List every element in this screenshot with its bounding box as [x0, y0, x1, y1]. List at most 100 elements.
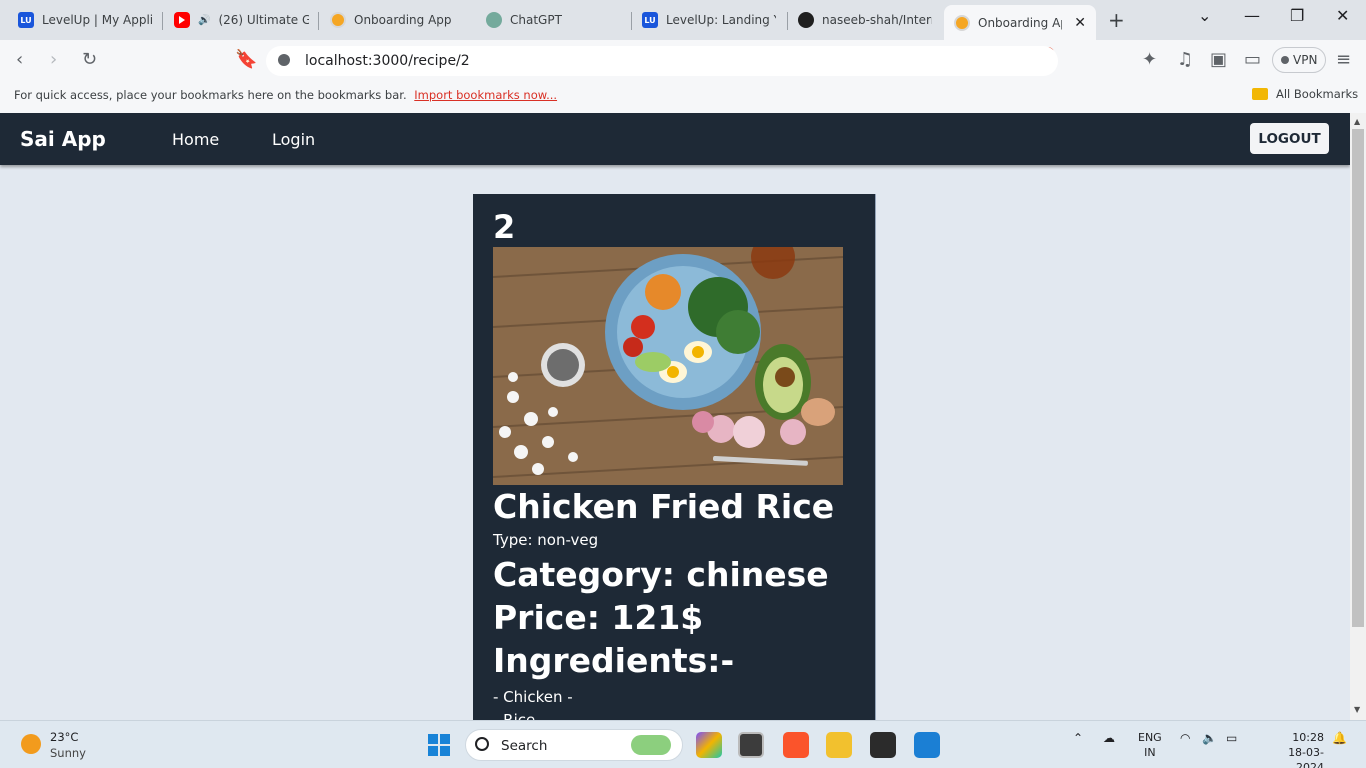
tab-levelup-applications[interactable]: LU LevelUp | My Applica	[8, 6, 163, 34]
task-view-icon[interactable]	[738, 732, 764, 758]
address-bar[interactable]: localhost:3000/recipe/2	[266, 46, 1058, 76]
logout-button[interactable]: LOGOUT	[1250, 123, 1329, 154]
sun-icon	[21, 734, 41, 754]
ingredients-heading: Ingredients:-	[493, 641, 735, 680]
bookmarks-bar: For quick access, place your bookmarks h…	[0, 80, 1366, 113]
all-bookmarks-button[interactable]: All Bookmarks	[1252, 87, 1358, 101]
youtube-icon	[174, 12, 190, 28]
chatgpt-icon	[486, 12, 502, 28]
language-code: ENG	[1138, 731, 1162, 744]
new-tab-button[interactable]: +	[1108, 8, 1125, 32]
tab-github[interactable]: naseeb-shah/Interns	[788, 6, 943, 34]
battery-icon[interactable]: ▭	[1226, 731, 1237, 745]
weather-condition: Sunny	[50, 746, 86, 760]
vpn-button[interactable]: VPN	[1272, 47, 1327, 73]
windows-taskbar: 23°C Sunny Search ⌃ ☁ ENG IN ◠ 🔈 ▭ 10:28…	[0, 720, 1366, 768]
tab-youtube[interactable]: 🔊 (26) Ultimate Gy	[164, 6, 319, 34]
minimize-button[interactable]: —	[1244, 6, 1260, 25]
vpn-label: VPN	[1293, 53, 1318, 67]
file-explorer-icon[interactable]	[826, 732, 852, 758]
vscode-icon[interactable]	[914, 732, 940, 758]
tab-label: LevelUp | My Applica	[42, 13, 152, 27]
tab-divider	[318, 12, 319, 30]
wallet-icon[interactable]: ▭	[1244, 50, 1261, 70]
ingredient-item: - Rice -	[493, 711, 546, 720]
notifications-bell-icon[interactable]: 🔔	[1332, 731, 1347, 745]
close-window-button[interactable]: ✕	[1336, 6, 1349, 25]
tab-levelup-landing[interactable]: LU LevelUp: Landing You	[632, 6, 787, 34]
nav-login-link[interactable]: Login	[272, 130, 315, 149]
app-navbar: Sai App Home Login LOGOUT	[0, 113, 1350, 165]
tab-label: Onboarding App	[978, 15, 1062, 30]
tab-strip: LU LevelUp | My Applica 🔊 (26) Ultimate …	[0, 0, 1366, 40]
onboarding-icon	[330, 12, 346, 28]
scroll-down-arrow-icon[interactable]: ▼	[1354, 705, 1360, 714]
vpn-status-icon	[1281, 56, 1289, 64]
recipe-card: 2 Chicken Fried Rice Type: non-veg Categ…	[473, 194, 876, 720]
import-bookmarks-link[interactable]: Import bookmarks now...	[414, 88, 557, 102]
recipe-name: Chicken Fried Rice	[493, 487, 835, 526]
url-text: localhost:3000/recipe/2	[305, 53, 470, 69]
ingredients-list: - Chicken - - Rice -	[493, 686, 573, 720]
terminal-icon[interactable]	[870, 732, 896, 758]
tab-onboarding-app[interactable]: Onboarding App	[320, 6, 475, 34]
tab-search-chevron-icon[interactable]: ⌄	[1198, 6, 1211, 25]
folder-icon	[1252, 88, 1268, 100]
extensions-icon[interactable]: ✦	[1142, 50, 1157, 70]
search-label: Search	[501, 738, 548, 754]
tab-label: naseeb-shah/Interns	[822, 13, 932, 27]
copilot-icon[interactable]	[696, 732, 722, 758]
search-highlight-icon	[631, 735, 671, 755]
tab-onboarding-app-active[interactable]: Onboarding App ✕	[944, 5, 1096, 40]
system-clock[interactable]: 10:28 18-03-2024	[1262, 730, 1324, 768]
media-icon[interactable]: ♫	[1177, 50, 1193, 70]
recipe-category: Category: chinese	[493, 555, 829, 594]
all-bookmarks-label: All Bookmarks	[1276, 87, 1359, 101]
scrollbar-thumb[interactable]	[1352, 129, 1364, 627]
app-brand[interactable]: Sai App	[20, 127, 106, 151]
nav-home-link[interactable]: Home	[172, 130, 219, 149]
onboarding-icon	[954, 14, 970, 31]
speaker-icon: 🔊	[198, 14, 211, 26]
recipe-price: Price: 121$	[493, 598, 704, 637]
levelup-icon: LU	[18, 12, 34, 28]
tab-chatgpt[interactable]: ChatGPT	[476, 6, 631, 34]
bookmarks-hint-text: For quick access, place your bookmarks h…	[14, 88, 407, 102]
recipe-id: 2	[493, 208, 516, 246]
scroll-up-arrow-icon[interactable]: ▲	[1354, 117, 1360, 126]
taskbar-search-box[interactable]: Search	[465, 729, 683, 761]
bookmarks-hint: For quick access, place your bookmarks h…	[14, 88, 557, 102]
reload-icon[interactable]: ↻	[82, 50, 97, 70]
clock-date: 18-03-2024	[1288, 746, 1324, 768]
page-scrollbar[interactable]: ▲ ▼	[1350, 113, 1366, 720]
forward-icon[interactable]: ›	[50, 50, 57, 70]
bookmark-icon[interactable]: 🔖	[235, 50, 257, 70]
recipe-type: Type: non-veg	[493, 531, 599, 549]
sidebar-icon[interactable]: ▣	[1210, 50, 1227, 70]
tab-label: Onboarding App	[354, 13, 452, 27]
network-cloud-icon[interactable]: ☁	[1103, 731, 1115, 745]
tab-label: ChatGPT	[510, 13, 562, 27]
tab-label: (26) Ultimate Gy	[218, 13, 309, 27]
github-icon	[798, 12, 814, 28]
salad-photo-illustration	[493, 247, 843, 485]
close-tab-icon[interactable]: ✕	[1074, 15, 1086, 31]
tray-overflow-chevron-icon[interactable]: ⌃	[1073, 731, 1083, 745]
back-icon[interactable]: ‹	[16, 50, 23, 70]
tab-label: LevelUp: Landing You	[666, 13, 776, 27]
brave-browser-icon[interactable]	[783, 732, 809, 758]
page-viewport: Sai App Home Login LOGOUT 2 Chicken Frie…	[0, 113, 1350, 720]
ingredient-item: - Chicken -	[493, 688, 573, 706]
windows-start-icon[interactable]	[428, 734, 450, 756]
region-code: IN	[1144, 746, 1156, 759]
levelup-icon: LU	[642, 12, 658, 28]
restore-button[interactable]: ❐	[1290, 6, 1304, 25]
weather-temperature: 23°C	[50, 730, 79, 744]
search-icon	[475, 737, 489, 751]
wifi-icon[interactable]: ◠	[1180, 731, 1190, 745]
language-indicator[interactable]: ENG IN	[1138, 730, 1162, 760]
site-info-icon[interactable]	[278, 54, 290, 66]
menu-icon[interactable]: ≡	[1336, 50, 1351, 70]
tab-divider	[162, 12, 163, 30]
volume-icon[interactable]: 🔈	[1202, 731, 1217, 745]
